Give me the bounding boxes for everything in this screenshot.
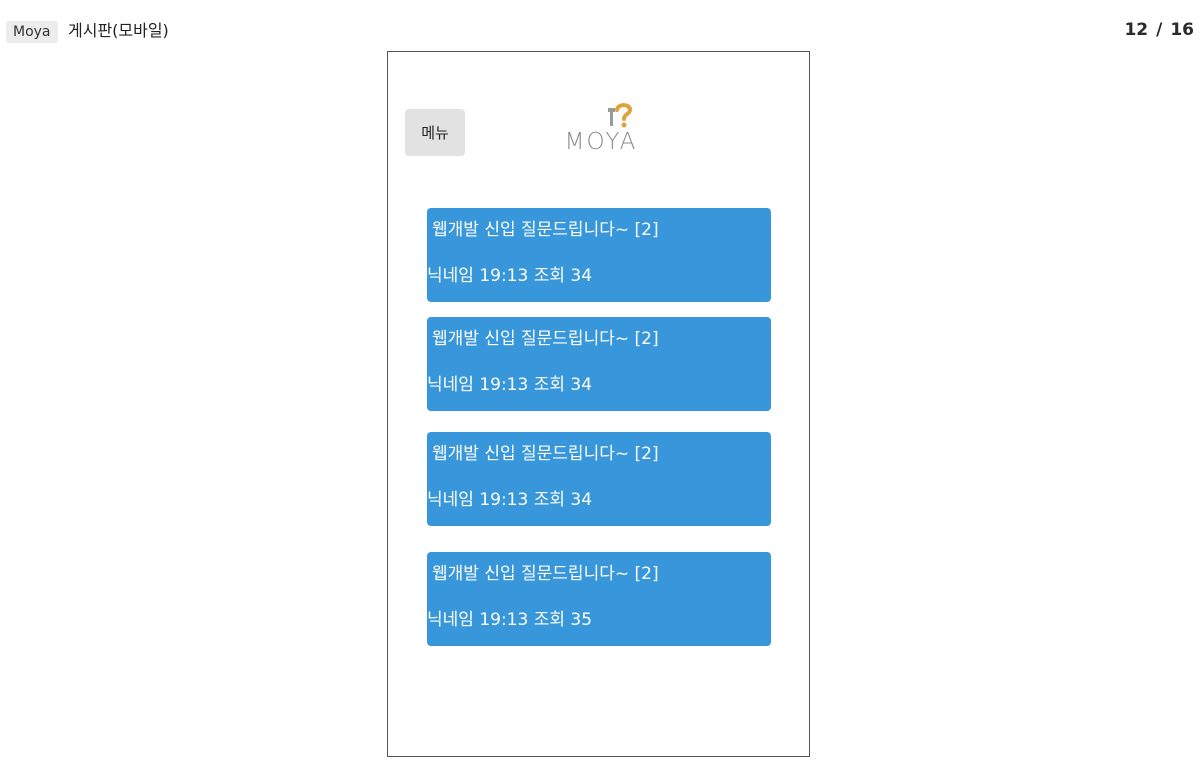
post-card[interactable]: 웹개발 신입 질문드립니다~ [2] 닉네임 19:13 조회 34 — [427, 317, 771, 411]
post-title: 웹개발 신입 질문드립니다~ [2] — [432, 564, 659, 584]
post-title: 웹개발 신입 질문드립니다~ [2] — [432, 220, 659, 240]
menu-button[interactable]: 메뉴 — [405, 109, 465, 156]
post-card[interactable]: 웹개발 신입 질문드립니다~ [2] 닉네임 19:13 조회 35 — [427, 552, 771, 646]
moya-logo[interactable]: MOYA — [556, 102, 646, 158]
question-mark-logo-icon — [608, 103, 633, 128]
post-title: 웹개발 신입 질문드립니다~ [2] — [432, 329, 659, 349]
app-name-badge: Moya — [6, 21, 58, 43]
top-bar: Moya 게시판(모바일) 12 / 16 — [0, 0, 1202, 48]
post-meta: 닉네임 19:13 조회 34 — [427, 490, 593, 510]
post-title: 웹개발 신입 질문드립니다~ [2] — [432, 444, 659, 464]
page-title: 게시판(모바일) — [68, 21, 169, 40]
post-card[interactable]: 웹개발 신입 질문드립니다~ [2] 닉네임 19:13 조회 34 — [427, 208, 771, 302]
post-card[interactable]: 웹개발 신입 질문드립니다~ [2] 닉네임 19:13 조회 34 — [427, 432, 771, 526]
page-current: 12 — [1124, 20, 1149, 40]
post-meta: 닉네임 19:13 조회 34 — [427, 375, 593, 395]
mobile-frame: 메뉴 MOYA 웹개발 신입 질문드립니다~ [2] 닉네임 19:13 조회 … — [387, 51, 810, 757]
page-total: 16 — [1170, 20, 1194, 40]
page-counter: 12 / 16 — [1124, 18, 1194, 42]
page-separator: / — [1156, 20, 1163, 40]
post-meta: 닉네임 19:13 조회 34 — [427, 266, 593, 286]
post-meta: 닉네임 19:13 조회 35 — [427, 610, 593, 630]
logo-text: MOYA — [564, 129, 638, 155]
